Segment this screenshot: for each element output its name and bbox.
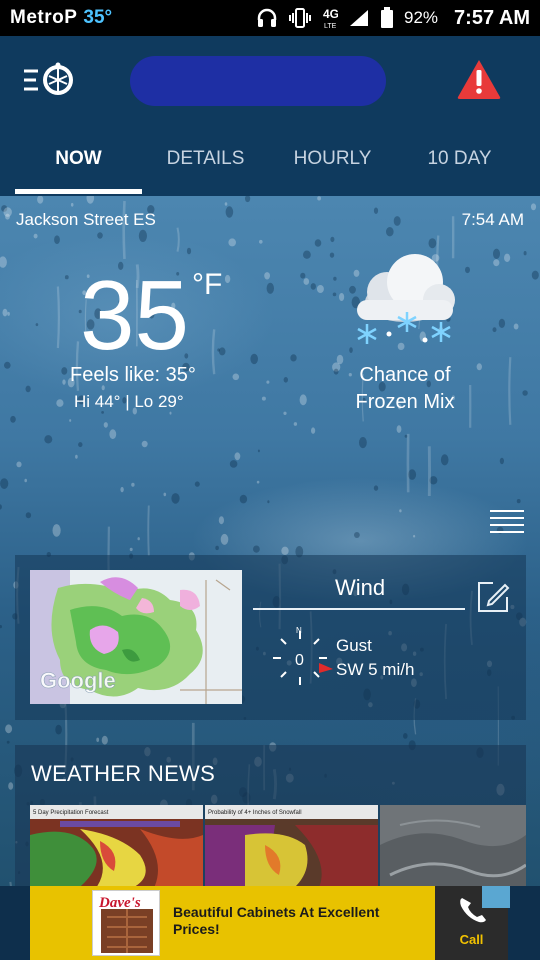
edit-icon — [478, 582, 510, 612]
news-thumb-precip[interactable]: 5 Day Precipitation Forecast — [30, 805, 203, 886]
news-thumb-caption-2: Probability of 4+ Inches of Snowfall — [208, 810, 302, 816]
gust-value: SW 5 mi/h — [336, 660, 415, 679]
condition-text: Chance of Frozen Mix — [330, 362, 480, 416]
news-thumb-satellite[interactable] — [380, 805, 526, 886]
svg-text:4G: 4G — [323, 7, 338, 21]
ad-content[interactable]: Dave's Beautiful Cabinets At Excellent P… — [30, 886, 508, 960]
news-thumb-snowfall[interactable]: Probability of 4+ Inches of Snowfall — [205, 805, 378, 886]
compass-north: N — [296, 626, 302, 635]
radar-wind-card: Google Wind N 0 Gust SW 5 mi/h — [15, 555, 526, 720]
battery-icon — [380, 7, 394, 29]
tab-10-day[interactable]: 10 DAY — [396, 132, 523, 196]
ad-brand: Dave's — [98, 895, 141, 911]
headphones-icon — [256, 7, 278, 29]
temperature-unit: °F — [192, 268, 223, 301]
wind-compass-icon: N 0 — [273, 626, 333, 685]
menu-button[interactable] — [22, 62, 80, 98]
alert-button[interactable] — [456, 58, 502, 100]
radar-map[interactable]: Google — [30, 570, 242, 704]
ad-text: Beautiful Cabinets At Excellent Prices! — [173, 904, 380, 937]
battery-percent: 92% — [404, 8, 439, 27]
tab-hourly[interactable]: HOURLY — [269, 132, 396, 196]
wind-divider — [253, 608, 465, 610]
ad-choices-icon[interactable] — [482, 886, 510, 908]
wind-speed: 0 — [295, 652, 304, 669]
station-name: Jackson Street ES — [16, 210, 156, 229]
gust-label: Gust — [336, 636, 372, 655]
ad-banner[interactable]: Dave's Beautiful Cabinets At Excellent P… — [0, 886, 540, 960]
lte-icon: 4G LTE — [322, 6, 338, 30]
ad-call-label: Call — [459, 932, 484, 947]
alert-icon — [457, 60, 501, 99]
condition-line-1: Chance of — [359, 364, 451, 386]
svg-text:LTE: LTE — [324, 23, 337, 30]
carrier-name: MetroP — [10, 7, 78, 28]
clock: 7:57 AM — [454, 6, 530, 29]
hi-lo: Hi 44° | Lo 29° — [74, 392, 184, 411]
app-header: NOW DETAILS HOURLY 10 DAY — [0, 36, 540, 196]
weather-news-card: WEATHER NEWS 5 Day Precipitation Forecas… — [15, 745, 526, 886]
status-bar: MetroP 35° 4G LTE 92% 7:57 AM — [0, 0, 540, 36]
cloud-snow-icon — [357, 254, 455, 344]
wind-title: Wind — [334, 575, 386, 600]
status-temperature: 35° — [83, 7, 113, 28]
google-watermark: Google — [40, 668, 116, 693]
signal-icon — [348, 8, 370, 28]
current-temperature: 35 — [80, 260, 190, 370]
news-thumbnails: 5 Day Precipitation Forecast Probability… — [30, 805, 526, 886]
location-selector[interactable] — [130, 56, 386, 106]
news-title: WEATHER NEWS — [31, 761, 216, 786]
current-conditions-panel: Jackson Street ES 7:54 AM 35 °F Feels li… — [0, 196, 540, 886]
edit-button[interactable] — [475, 579, 511, 615]
ad-logo: Dave's — [92, 890, 160, 956]
news-thumb-caption-1: 5 Day Precipitation Forecast — [33, 810, 109, 816]
app-logo-icon — [24, 62, 73, 95]
list-view-icon[interactable] — [489, 509, 525, 535]
feels-like: Feels like: 35° — [70, 364, 196, 386]
tab-now[interactable]: NOW — [15, 132, 142, 196]
tab-bar: NOW DETAILS HOURLY 10 DAY — [0, 132, 540, 196]
vibrate-icon — [288, 7, 312, 29]
tab-details[interactable]: DETAILS — [142, 132, 269, 196]
condition-line-2: Frozen Mix — [355, 391, 455, 413]
updated-time: 7:54 AM — [461, 210, 524, 229]
